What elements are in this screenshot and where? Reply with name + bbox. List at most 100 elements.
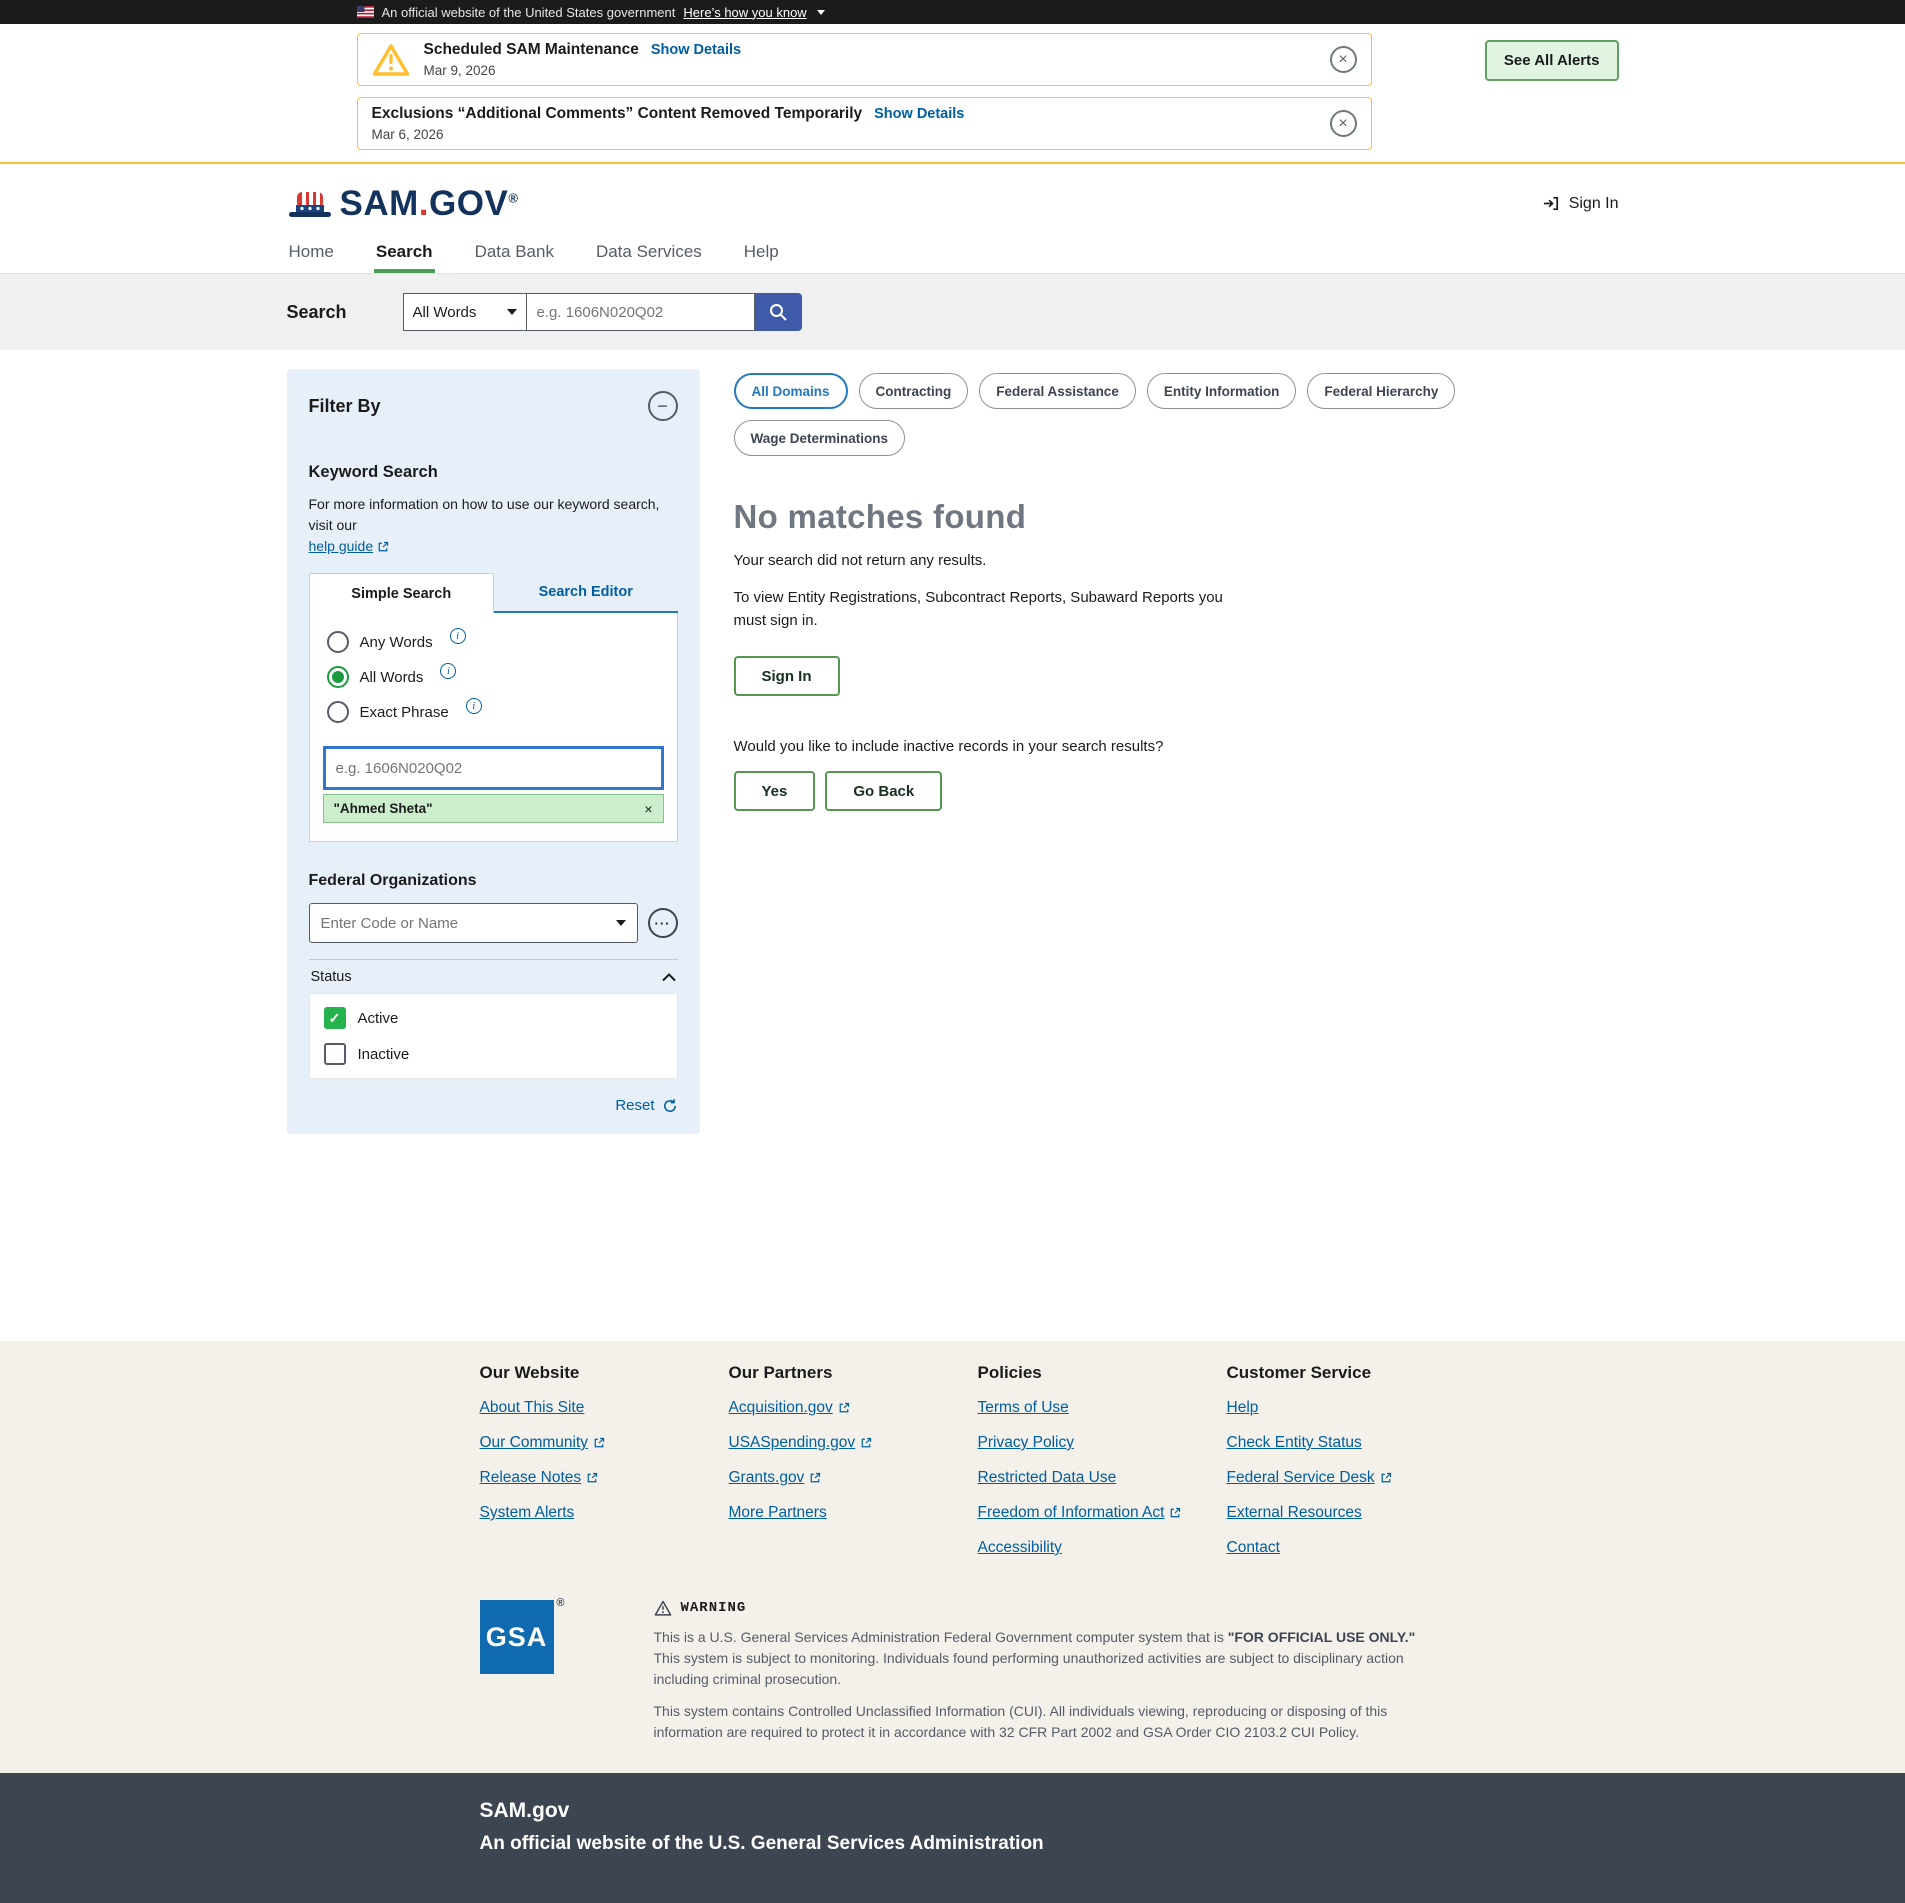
keyword-search-tabs: Simple Search Search Editor (309, 573, 678, 613)
pill-federal-assistance[interactable]: Federal Assistance (979, 373, 1136, 409)
info-icon[interactable]: i (450, 628, 466, 644)
tab-search-editor[interactable]: Search Editor (494, 573, 678, 613)
radio-exact-phrase[interactable]: Exact Phrase i (323, 701, 664, 723)
reset-filters-link[interactable]: Reset (615, 1097, 654, 1114)
collapse-filters-button[interactable]: − (648, 391, 678, 421)
footer-col-our-partners: Our Partners Acquisition.gov USASpending… (729, 1363, 978, 1574)
footer-link-privacy-policy[interactable]: Privacy Policy (978, 1434, 1074, 1452)
registered-mark: ® (508, 190, 518, 205)
radio-button[interactable] (327, 631, 349, 653)
search-button[interactable] (755, 293, 802, 331)
footer-col-policies: Policies Terms of Use Privacy Policy Res… (978, 1363, 1227, 1574)
federal-organizations-title: Federal Organizations (309, 872, 678, 890)
radio-all-words[interactable]: All Words i (323, 666, 664, 688)
close-icon[interactable]: × (1330, 46, 1357, 73)
chevron-down-icon (507, 309, 517, 315)
checkbox-unchecked[interactable] (324, 1043, 346, 1065)
footer-link-federal-service-desk[interactable]: Federal Service Desk (1227, 1469, 1392, 1487)
nav-item-data-bank[interactable]: Data Bank (473, 229, 556, 273)
chevron-down-icon (817, 10, 825, 15)
pill-federal-hierarchy[interactable]: Federal Hierarchy (1307, 373, 1455, 409)
minus-icon: − (657, 397, 668, 415)
footer-link-contact[interactable]: Contact (1227, 1539, 1280, 1557)
bottom-identifier-bar: SAM.gov An official website of the U.S. … (0, 1773, 1905, 1903)
footer-link-our-community[interactable]: Our Community (480, 1434, 606, 1452)
pill-all-domains[interactable]: All Domains (734, 373, 848, 409)
keyword-search-input[interactable] (323, 746, 664, 790)
status-active-row[interactable]: ✓ Active (324, 1007, 663, 1029)
info-icon[interactable]: i (440, 663, 456, 679)
pill-contracting[interactable]: Contracting (859, 373, 969, 409)
sam-gov-logo[interactable]: SAM.GOV® (287, 186, 519, 221)
radio-button-selected[interactable] (327, 666, 349, 688)
banner-text: An official website of the United States… (382, 5, 676, 20)
alert-show-details-link[interactable]: Show Details (651, 42, 741, 58)
tab-simple-search[interactable]: Simple Search (309, 573, 495, 613)
search-strip: Search All Words (0, 274, 1905, 350)
footer-link-system-alerts[interactable]: System Alerts (480, 1504, 575, 1522)
footer-link-release-notes[interactable]: Release Notes (480, 1469, 599, 1487)
footer-link-terms-of-use[interactable]: Terms of Use (978, 1399, 1069, 1417)
footer-link-external-resources[interactable]: External Resources (1227, 1504, 1362, 1522)
remove-chip-icon[interactable]: × (644, 802, 652, 816)
nav-item-search[interactable]: Search (374, 229, 435, 273)
footer-link-acquisition-gov[interactable]: Acquisition.gov (729, 1399, 850, 1417)
keyword-search-title: Keyword Search (309, 463, 678, 482)
check-icon: ✓ (329, 1010, 341, 1027)
nav-item-data-services[interactable]: Data Services (594, 229, 704, 273)
go-back-button[interactable]: Go Back (825, 771, 942, 811)
external-link-icon (838, 1402, 850, 1414)
alert-date: Mar 6, 2026 (372, 127, 1330, 142)
search-mode-select[interactable]: All Words (403, 293, 527, 331)
radio-any-words[interactable]: Any Words i (323, 631, 664, 653)
footer-link-about-this-site[interactable]: About This Site (480, 1399, 585, 1417)
footer-link-restricted-data-use[interactable]: Restricted Data Use (978, 1469, 1117, 1487)
see-all-alerts-button[interactable]: See All Alerts (1485, 40, 1619, 81)
info-icon[interactable]: i (466, 698, 482, 714)
external-link-icon (860, 1437, 872, 1449)
simple-search-panel: Any Words i All Words i Exact Phrase i "… (309, 613, 678, 842)
sign-in-button[interactable]: Sign In (734, 656, 840, 696)
domain-filter-pills: All Domains Contracting Federal Assistan… (734, 373, 1619, 456)
external-link-icon (1380, 1472, 1392, 1484)
help-guide-link[interactable]: help guide (309, 536, 390, 557)
footer-link-check-entity-status[interactable]: Check Entity Status (1227, 1434, 1362, 1452)
radio-button[interactable] (327, 701, 349, 723)
refresh-icon (662, 1098, 678, 1114)
external-link-icon (586, 1472, 598, 1484)
gsa-logo: GSA ® (480, 1600, 554, 1674)
chip-label: "Ahmed Sheta" (334, 801, 433, 816)
footer-link-usaspending-gov[interactable]: USASpending.gov (729, 1434, 873, 1452)
federal-organizations-select[interactable]: Enter Code or Name (309, 903, 638, 943)
footer-link-foia[interactable]: Freedom of Information Act (978, 1504, 1182, 1522)
close-icon[interactable]: × (1330, 110, 1357, 137)
footer-link-grants-gov[interactable]: Grants.gov (729, 1469, 822, 1487)
alert-show-details-link[interactable]: Show Details (874, 106, 964, 122)
header-sign-in-link[interactable]: Sign In (1542, 194, 1619, 213)
yes-button[interactable]: Yes (734, 771, 816, 811)
search-results: All Domains Contracting Federal Assistan… (734, 369, 1619, 811)
external-link-icon (593, 1437, 605, 1449)
footer-link-accessibility[interactable]: Accessibility (978, 1539, 1062, 1557)
status-inactive-row[interactable]: Inactive (324, 1043, 663, 1065)
pill-wage-determinations[interactable]: Wage Determinations (734, 420, 906, 456)
sign-in-note: To view Entity Registrations, Subcontrac… (734, 587, 1234, 632)
checkbox-checked[interactable]: ✓ (324, 1007, 346, 1029)
footer-link-help[interactable]: Help (1227, 1399, 1259, 1417)
warning-paragraph-1: This is a U.S. General Services Administ… (654, 1627, 1444, 1690)
pill-entity-information[interactable]: Entity Information (1147, 373, 1297, 409)
banner-how-you-know-link[interactable]: Here’s how you know (683, 5, 806, 20)
warning-outline-icon (654, 1600, 672, 1616)
warning-paragraph-2: This system contains Controlled Unclassi… (654, 1701, 1444, 1743)
chevron-down-icon (616, 920, 626, 926)
nav-item-home[interactable]: Home (287, 229, 336, 273)
alert-exclusions-comments: Exclusions “Additional Comments” Content… (357, 97, 1372, 150)
status-section-toggle[interactable]: Status (309, 959, 678, 993)
more-options-button[interactable]: ··· (648, 908, 678, 938)
search-input[interactable] (527, 293, 755, 331)
footer-col-our-website: Our Website About This Site Our Communit… (480, 1363, 729, 1574)
alert-title: Scheduled SAM Maintenance (424, 41, 639, 59)
keyword-chip: "Ahmed Sheta" × (323, 794, 664, 823)
nav-item-help[interactable]: Help (742, 229, 781, 273)
footer-link-more-partners[interactable]: More Partners (729, 1504, 827, 1522)
